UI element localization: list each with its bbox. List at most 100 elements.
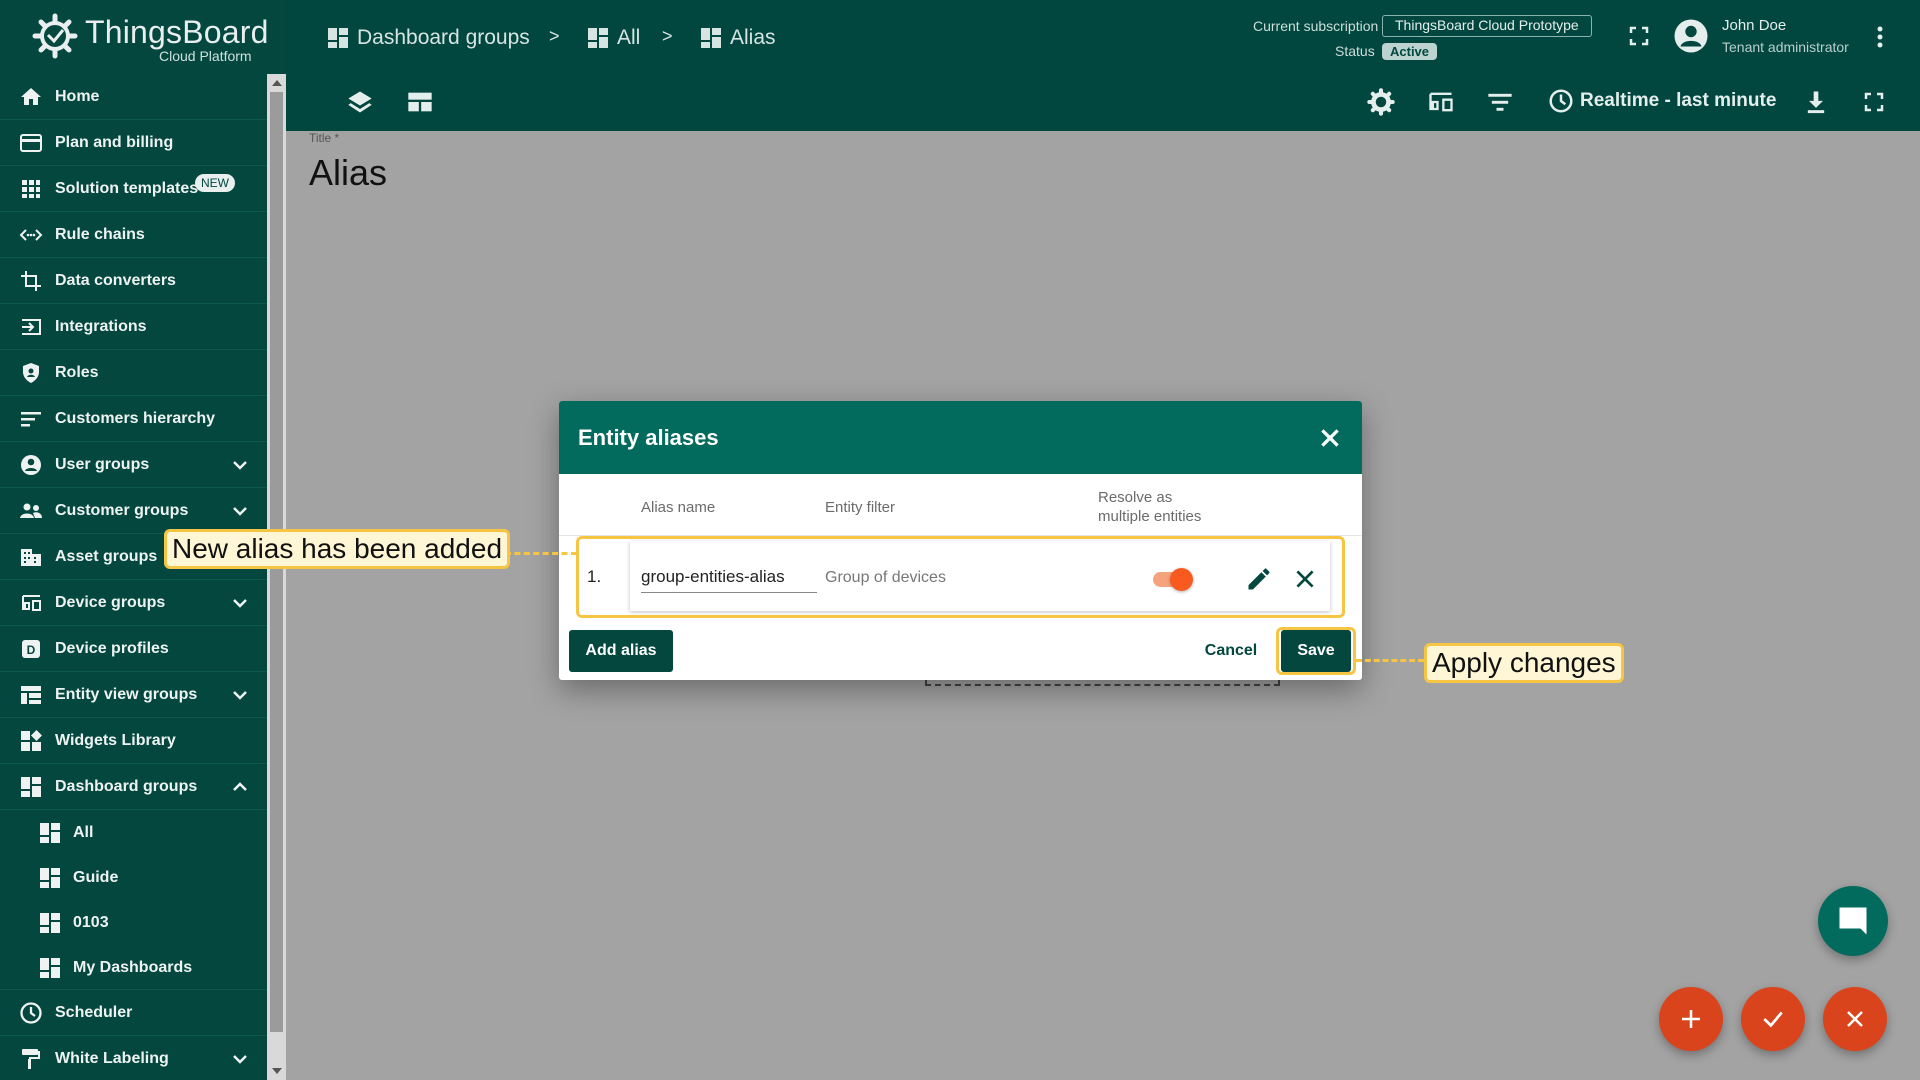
close-icon	[1847, 1011, 1863, 1027]
dashboard-icon	[40, 913, 60, 933]
subscription-plan[interactable]: ThingsBoard Cloud Prototype	[1382, 15, 1592, 37]
sidebar-item-customer-groups[interactable]: Customer groups	[0, 488, 267, 534]
sidebar-item-data-converters[interactable]: Data converters	[0, 258, 267, 304]
sidebar-item-label: Customers hierarchy	[55, 410, 216, 427]
sidebar-item-user-groups[interactable]: User groups	[0, 442, 267, 488]
sidebar-item-guide[interactable]: Guide	[0, 855, 267, 900]
check-icon	[1763, 1011, 1783, 1028]
more-vert-icon[interactable]	[1870, 24, 1890, 50]
paint-roller-icon	[22, 1049, 40, 1069]
sidebar-item-home[interactable]: Home	[0, 74, 267, 120]
sidebar-item-label: Dashboard groups	[55, 778, 198, 795]
chevron-down-icon[interactable]	[230, 685, 250, 705]
scroll-up-arrow[interactable]	[272, 80, 282, 86]
page-title[interactable]: Alias	[309, 152, 387, 194]
sidebar-item-device-groups[interactable]: Device groups	[0, 580, 267, 626]
filter-icon[interactable]	[1486, 88, 1514, 116]
sidebar-item-my-dashboards[interactable]: My Dashboards	[0, 945, 267, 990]
sidebar-item-dashboard-groups[interactable]: Dashboard groups	[0, 764, 267, 810]
sidebar-item-label: User groups	[55, 456, 150, 473]
discard-dashboard-button[interactable]	[1823, 987, 1887, 1051]
entity-view-icon	[21, 686, 41, 704]
breadcrumb-dashboard-groups[interactable]: Dashboard groups	[326, 26, 530, 50]
sidebar-item-0103[interactable]: 0103	[0, 900, 267, 945]
user-name[interactable]: John Doe	[1722, 17, 1786, 34]
logo-subtitle: Cloud Platform	[159, 48, 252, 64]
user-role: Tenant administrator	[1722, 39, 1849, 55]
chevron-down-icon[interactable]	[230, 593, 250, 613]
dialog-title: Entity aliases	[578, 425, 719, 450]
layers-icon[interactable]	[346, 88, 374, 116]
apply-dashboard-button[interactable]	[1741, 987, 1805, 1051]
sidebar-item-widgets-library[interactable]: Widgets Library	[0, 718, 267, 764]
status-label: Status	[1335, 43, 1375, 59]
settings-gear-icon[interactable]	[1367, 88, 1395, 116]
sidebar-item-white-labeling[interactable]: White Labeling	[0, 1036, 267, 1080]
cancel-button[interactable]: Cancel	[1191, 630, 1271, 672]
sidebar-item-label: Rule chains	[55, 226, 145, 243]
dashboard-icon	[40, 868, 60, 888]
chat-icon	[1839, 907, 1867, 935]
logo-name: ThingsBoard	[85, 14, 269, 50]
callout-apply-changes: Apply changes	[1424, 643, 1624, 683]
scroll-down-arrow[interactable]	[272, 1068, 282, 1074]
chevron-down-icon[interactable]	[230, 501, 250, 521]
svg-text:D: D	[27, 643, 36, 657]
dialog-header: Entity aliases	[559, 401, 1362, 474]
converter-icon	[21, 271, 41, 291]
add-alias-button[interactable]: Add alias	[569, 630, 673, 672]
layout-icon[interactable]	[406, 88, 434, 116]
chevron-down-icon[interactable]	[230, 1049, 250, 1069]
timewindow-selector[interactable]: Realtime - last minute	[1548, 88, 1776, 114]
clock-icon	[1549, 89, 1573, 113]
sidebar-item-label: Guide	[73, 869, 119, 886]
plus-icon	[1682, 1010, 1700, 1028]
dashboard-icon	[21, 777, 41, 797]
devices-icon	[22, 595, 41, 611]
breadcrumb-all[interactable]: All	[586, 26, 640, 50]
dashboard-icon	[40, 958, 60, 978]
sidebar-item-roles[interactable]: Roles	[0, 350, 267, 396]
download-icon[interactable]	[1802, 88, 1830, 116]
sidebar-item-device-profiles[interactable]: D Device profiles	[0, 626, 267, 672]
billing-icon	[20, 134, 42, 152]
new-badge: NEW	[195, 174, 235, 192]
sidebar-item-entity-view-groups[interactable]: Entity view groups	[0, 672, 267, 718]
sidebar-item-all[interactable]: All	[0, 810, 267, 855]
sidebar-scrollbar[interactable]	[267, 74, 286, 1080]
logo[interactable]: ThingsBoard Cloud Platform	[0, 0, 286, 74]
user-icon	[21, 455, 41, 475]
column-header-alias-name: Alias name	[641, 499, 716, 516]
sidebar-item-label: Customer groups	[55, 502, 189, 519]
chevron-up-icon[interactable]	[230, 777, 250, 797]
hierarchy-icon	[21, 412, 41, 427]
dashboard-icon	[588, 28, 608, 48]
chat-button[interactable]	[1818, 886, 1888, 956]
avatar[interactable]	[1673, 18, 1709, 54]
breadcrumb-label: Alias	[730, 26, 776, 49]
chevron-down-icon[interactable]	[230, 455, 250, 475]
sidebar-item-integrations[interactable]: Integrations	[0, 304, 267, 350]
entity-aliases-icon[interactable]	[1427, 88, 1455, 116]
title-field-label: Title *	[309, 131, 340, 145]
callout-connector	[505, 552, 577, 555]
building-icon	[21, 549, 41, 566]
sidebar-item-label: Solution templates	[55, 180, 199, 197]
breadcrumb-alias: Alias	[699, 26, 776, 50]
sidebar-item-label: My Dashboards	[73, 959, 193, 976]
fullscreen-icon[interactable]	[1862, 90, 1886, 114]
clock-icon	[20, 1002, 42, 1024]
close-icon[interactable]	[1317, 425, 1343, 451]
sidebar-item-rule-chains[interactable]: Rule chains	[0, 212, 267, 258]
sidebar-item-label: 0103	[73, 914, 109, 931]
sidebar-item-label: Asset groups	[55, 548, 158, 565]
column-header-entity-filter: Entity filter	[825, 499, 896, 516]
sidebar-item-label: Widgets Library	[55, 732, 176, 749]
sidebar-item-customers-hierarchy[interactable]: Customers hierarchy	[0, 396, 267, 442]
sidebar-item-label: Entity view groups	[55, 686, 198, 703]
add-widget-button[interactable]	[1659, 987, 1723, 1051]
subscription-label: Current subscription	[1253, 18, 1379, 34]
fullscreen-icon[interactable]	[1627, 24, 1651, 48]
sidebar-item-plan-and-billing[interactable]: Plan and billing	[0, 120, 267, 166]
sidebar-item-scheduler[interactable]: Scheduler	[0, 990, 267, 1036]
